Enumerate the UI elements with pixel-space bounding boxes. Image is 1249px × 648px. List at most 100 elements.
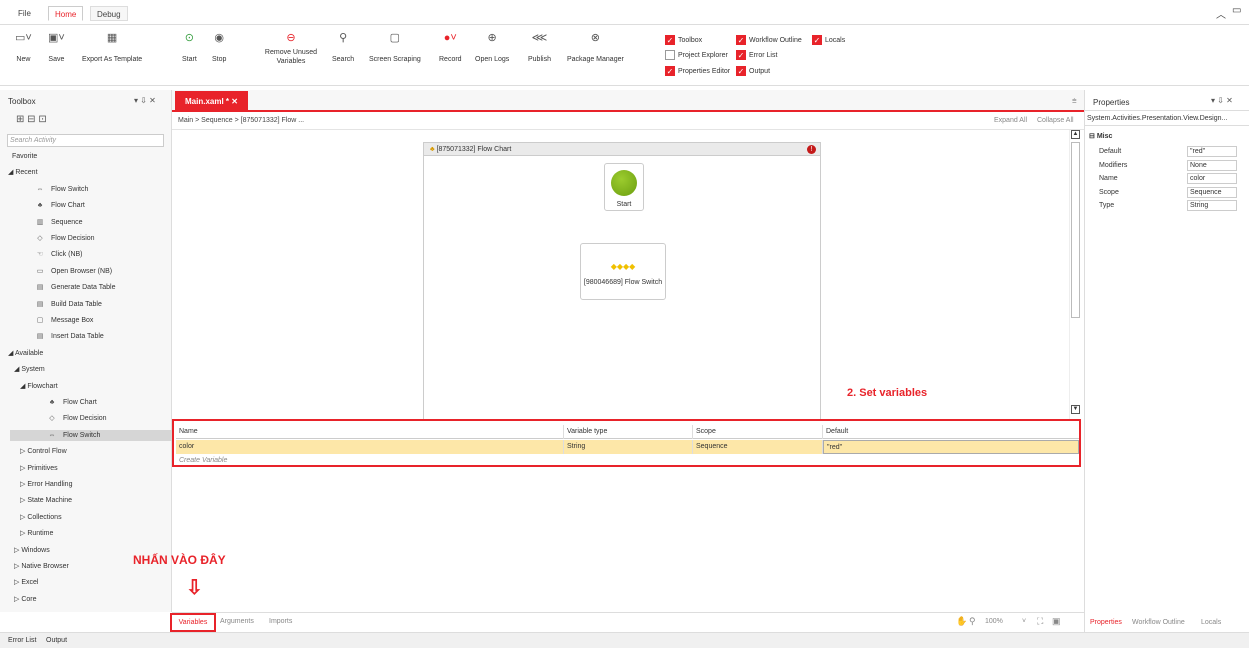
property-row[interactable]: Scope Sequence [1089,186,1246,199]
stop-button[interactable]: ◉ Stop [212,31,226,64]
property-row[interactable]: Modifiers None [1089,159,1246,172]
error-list-checkbox[interactable]: ✓ Error List [736,50,777,61]
property-value[interactable]: "red" [1187,146,1237,157]
properties-editor-checkbox[interactable]: ✓ Properties Editor [665,66,730,77]
tab-properties[interactable]: Properties [1090,614,1122,632]
record-button[interactable]: ●˅ Record [439,31,462,64]
zoom-dropdown-icon[interactable]: ˅ [1022,618,1026,625]
collapse-ribbon-icon[interactable]: ︿ [1216,6,1226,21]
search-button[interactable]: ⚲ Search [332,31,354,64]
col-name[interactable]: Name [176,425,564,439]
tab-variables[interactable]: Variables [170,613,216,632]
col-scope[interactable]: Scope [693,425,823,439]
error-list-tab[interactable]: Error List [8,633,36,648]
fit-screen-icon[interactable]: ⛶ [1037,616,1043,627]
menu-home[interactable]: Home [48,6,84,21]
variable-row[interactable]: color String Sequence "red" [176,440,1079,454]
toolbox-item[interactable]: ▷ Windows [14,545,50,556]
locals-checkbox[interactable]: ✓ Locals [812,35,845,46]
tab-workflow-outline[interactable]: Workflow Outline [1132,614,1185,632]
error-icon[interactable]: ! [807,145,816,154]
menu-debug[interactable]: Debug [90,6,128,21]
properties-pin-icon[interactable]: ▾ ⇩ ✕ [1211,96,1233,105]
col-variable-type[interactable]: Variable type [564,425,693,439]
start-node[interactable]: Start [604,163,644,211]
toolbox-item[interactable]: ▷ Control Flow [20,446,67,457]
misc-section[interactable]: ⊟ Misc [1089,132,1112,140]
toolbox-item[interactable]: ▤ Generate Data Table [34,282,116,293]
toolbox-search-input[interactable]: Search Activity [7,134,164,147]
property-row[interactable]: Name color [1089,173,1246,185]
toolbox-item[interactable]: ▷ State Machine [20,495,72,506]
variable-default-cell[interactable]: "red" [823,440,1079,454]
flow-switch-node[interactable]: ◆◆◆◆ [980046689] Flow Switch [580,243,666,300]
toolbox-item[interactable]: ♣ Flow Chart [46,397,97,408]
toolbox-item[interactable]: ▷ Collections [20,512,62,523]
property-row[interactable]: Default "red" [1089,146,1246,158]
remove-unused-variables-button[interactable]: ⊖ Remove Unused Variables [260,31,322,66]
open-logs-button[interactable]: ⊕ Open Logs [475,31,509,64]
toolbox-item[interactable]: ◇ Flow Decision [46,413,106,424]
property-value[interactable]: None [1187,159,1237,171]
toolbox-item[interactable]: ▷ Error Handling [20,479,72,490]
toolbox-item[interactable]: ▤ Build Data Table [34,299,102,310]
toolbox-item[interactable]: ◢ Available [8,348,43,359]
toolbox-item[interactable]: ▷ Primitives [20,463,58,474]
property-value[interactable]: String [1187,200,1237,211]
toolbox-item[interactable]: ⇔ Flow Switch [10,429,172,441]
zoom-icon[interactable]: ⚲ [969,616,976,627]
output-checkbox[interactable]: ✓ Output [736,66,770,77]
variable-scope-cell[interactable]: Sequence [693,440,823,454]
toolbox-item[interactable]: ◢ Recent [8,167,38,178]
publish-button[interactable]: ⋘ Publish [528,31,551,64]
toolbox-item[interactable]: ◢ Flowchart [20,381,58,392]
scroll-up-icon[interactable]: ▲ [1071,130,1080,139]
toolbox-item[interactable]: ▷ Excel [14,577,38,588]
toolbox-item[interactable]: ▢ Message Box [34,315,94,326]
tab-imports[interactable]: Imports [269,618,292,625]
toolbox-item[interactable]: ◇ Flow Decision [34,233,94,244]
toolbox-item[interactable]: ◢ System [14,364,45,375]
expand-all-icon[interactable]: ⊞ ⊟ ⊡ [16,114,47,125]
menu-file[interactable]: File [12,6,37,21]
new-button[interactable]: ▭˅ New [15,31,32,64]
toolbox-item[interactable]: Favorite [12,151,37,162]
panel-pin-icon[interactable]: ▾ ⇩ ✕ [134,96,156,105]
window-layout-icon[interactable]: ▭ [1232,5,1241,16]
tab-menu-icon[interactable]: ⩧ [1072,96,1077,106]
tab-arguments[interactable]: Arguments [220,618,254,625]
toolbox-item[interactable]: ▷ Native Browser [14,561,69,572]
collapse-all-link[interactable]: Collapse All [1037,112,1074,129]
variable-name-cell[interactable]: color [176,440,564,454]
workflow-outline-checkbox[interactable]: ✓ Workflow Outline [736,35,802,46]
overview-icon[interactable]: ▣ [1052,616,1061,627]
package-manager-button[interactable]: ⊗ Package Manager [567,31,624,64]
toolbox-checkbox[interactable]: ✓ Toolbox [665,35,702,46]
output-tab[interactable]: Output [46,633,67,648]
toolbox-item[interactable]: ☜ Click (NB) [34,249,83,260]
tab-main-xaml[interactable]: Main.xaml * ✕ [175,91,248,112]
project-explorer-checkbox[interactable]: Project Explorer [665,50,728,61]
canvas-scrollbar[interactable]: ▲ ▼ [1069,130,1081,420]
toolbox-item[interactable]: ▭ Open Browser (NB) [34,266,112,277]
save-button[interactable]: ▣˅ Save [48,31,65,64]
start-button[interactable]: ⊙ Start [182,31,197,64]
export-template-button[interactable]: ▦ Export As Template [82,31,142,64]
toolbox-item[interactable]: ⇔ Flow Switch [34,184,89,195]
scroll-thumb[interactable] [1071,142,1080,318]
scroll-down-icon[interactable]: ▼ [1071,405,1080,414]
property-row[interactable]: Type String [1089,200,1246,212]
toolbox-item[interactable]: ♣ Flow Chart [34,200,85,211]
close-tab-icon[interactable]: ✕ [231,97,238,106]
pan-hand-icon[interactable]: ✋ [956,616,967,627]
property-value[interactable]: color [1187,173,1237,184]
toolbox-item[interactable]: ▤ Insert Data Table [34,331,104,342]
breadcrumb[interactable]: Main > Sequence > [875071332] Flow ... [178,112,304,129]
screen-scraping-button[interactable]: ▢ Screen Scraping [369,31,421,64]
expand-all-link[interactable]: Expand All [994,112,1027,129]
toolbox-item[interactable]: ▷ Runtime [20,528,53,539]
toolbox-item[interactable]: ▥ Sequence [34,217,83,228]
flowchart-activity[interactable]: ♣ [875071332] Flow Chart! Start ◆◆◆◆ [980… [423,142,821,420]
property-value[interactable]: Sequence [1187,186,1237,198]
tab-locals[interactable]: Locals [1201,614,1221,632]
